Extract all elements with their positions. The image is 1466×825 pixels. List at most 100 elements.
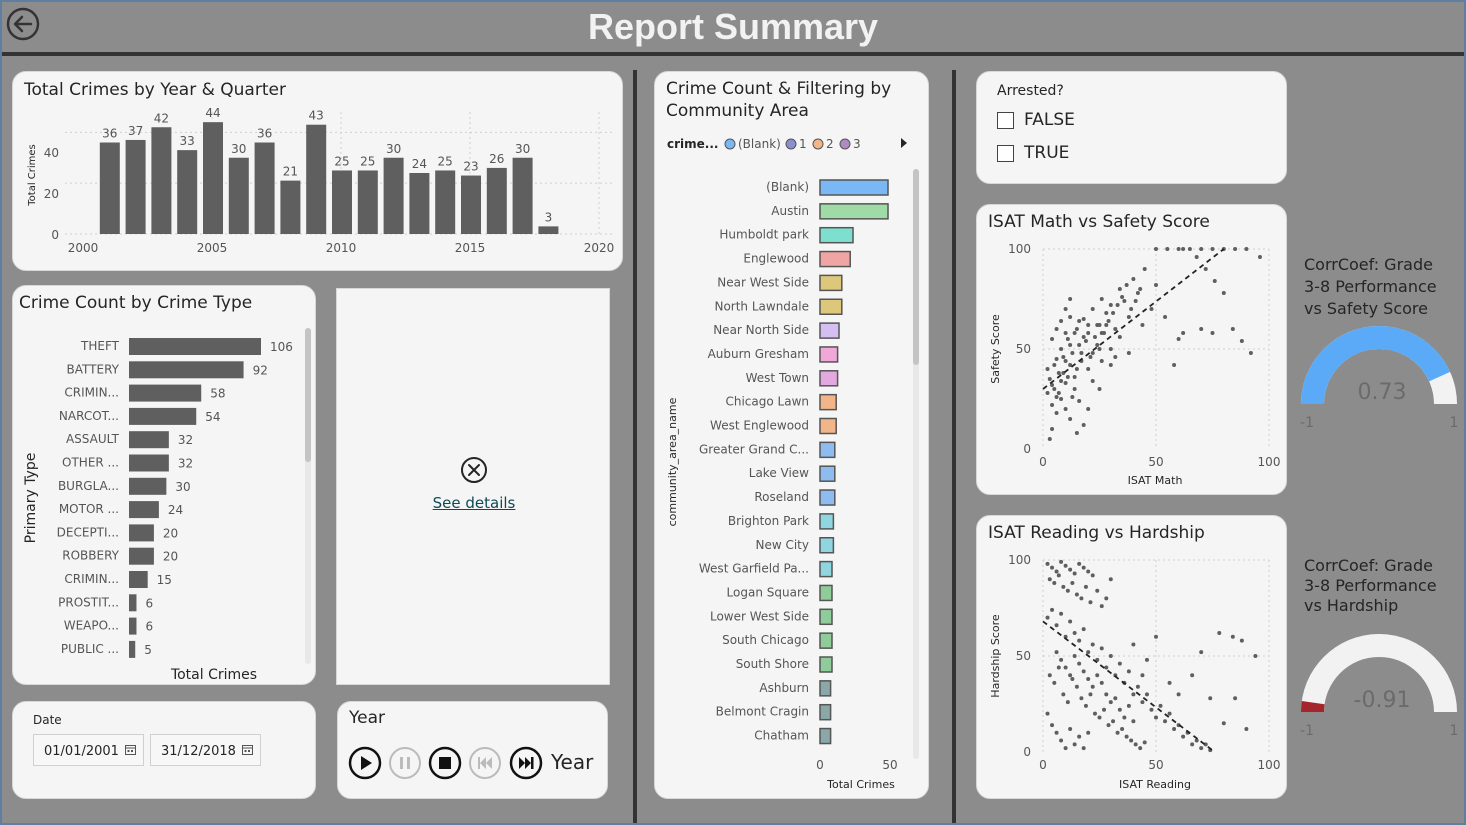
community-bar: [819, 226, 854, 244]
scatter-point: [1221, 721, 1226, 726]
scatter-point: [1059, 319, 1064, 323]
scatter-point: [1068, 315, 1073, 319]
date-slicer-card[interactable]: Date 01/01/2001 31/12/2018: [12, 701, 316, 799]
scatter-point: [1086, 323, 1091, 327]
calendar-icon[interactable]: [242, 744, 253, 755]
data-label: 36: [257, 127, 272, 141]
false-option-label[interactable]: FALSE: [1024, 110, 1075, 130]
scatter-point: [1054, 327, 1059, 331]
category-label: (Blank): [766, 180, 809, 194]
scatter-point: [1122, 299, 1127, 303]
gauge-safety-title-line1: CorrCoef: Grade: [1304, 255, 1433, 274]
category-label: Humboldt park: [719, 228, 809, 242]
scatter-point: [1061, 584, 1066, 589]
community-area-card[interactable]: Crime Count & Filtering by Community Are…: [654, 71, 929, 799]
previous-icon[interactable]: [468, 746, 502, 780]
gauge-hardship-correlation[interactable]: -0.91 -1 1: [1296, 634, 1462, 744]
stop-icon[interactable]: [428, 746, 462, 780]
true-checkbox[interactable]: [997, 145, 1014, 162]
legend-item[interactable]: 2: [812, 137, 834, 151]
total-crimes-axis-label: Total Crimes: [170, 667, 257, 683]
scatter-point: [1059, 379, 1064, 383]
calendar-icon[interactable]: [125, 744, 136, 755]
x-tick: 100: [1258, 758, 1281, 772]
community-bar: [819, 489, 836, 506]
scatter-point: [1047, 437, 1052, 441]
total-crimes-by-year-chart[interactable]: Total Crimes 0 20 40 2000 2005 2010 2015…: [13, 72, 623, 271]
category-label: NARCOT...: [59, 409, 119, 423]
category-label: WEAPO...: [64, 619, 119, 633]
math-vs-safety-scatter[interactable]: Safety Score ISAT Math 0 50 100 0 50 100: [977, 205, 1287, 495]
scatter-point: [1063, 331, 1068, 335]
community-bar: [819, 513, 835, 530]
pause-icon[interactable]: [388, 746, 422, 780]
next-icon[interactable]: [509, 746, 543, 780]
reading-vs-hardship-card[interactable]: ISAT Reading vs Hardship Hardship Score …: [976, 515, 1287, 799]
category-label: Auburn Gresham: [708, 347, 809, 361]
false-checkbox[interactable]: [997, 112, 1014, 129]
report-header: Report Summary: [0, 0, 1466, 56]
scatter-point: [1104, 665, 1109, 670]
scatter-point: [1199, 247, 1204, 251]
isat-reading-axis-label: ISAT Reading: [1119, 778, 1191, 791]
svg-text:3: 3: [853, 137, 861, 151]
legend-item[interactable]: 3: [839, 137, 861, 151]
scatter-point: [1081, 335, 1086, 339]
scatter-point: [1074, 684, 1079, 689]
community-bar: [819, 203, 889, 220]
year-bar: [125, 139, 146, 234]
category-label: South Shore: [736, 657, 809, 671]
community-area-chart[interactable]: crime... (Blank) 1 2 3 community_area_na…: [655, 72, 929, 799]
gauge-safety-correlation[interactable]: 0.73 -1 1: [1296, 326, 1462, 436]
scatter-point: [1083, 339, 1088, 343]
scrollbar-thumb[interactable]: [305, 328, 311, 462]
see-details-link[interactable]: See details: [337, 494, 609, 512]
total-crimes-by-year-card[interactable]: Total Crimes by Year & Quarter Total Cri…: [12, 71, 623, 271]
scatter-point: [1104, 692, 1109, 697]
scrollbar-thumb[interactable]: [913, 169, 919, 365]
community-bar: [819, 179, 889, 196]
community-bar: [819, 441, 836, 459]
play-axis-title: Year: [349, 708, 385, 728]
reading-vs-hardship-scatter[interactable]: Hardship Score ISAT Reading 0 50 100 0 5…: [977, 516, 1287, 799]
svg-text:1: 1: [799, 137, 807, 151]
crime-type-card[interactable]: Crime Count by Crime Type Primary Type T…: [12, 285, 316, 685]
legend-next-arrow-icon[interactable]: [901, 138, 907, 148]
scatter-point: [1054, 569, 1059, 574]
scatter-point: [1233, 247, 1238, 251]
scatter-point: [1142, 267, 1147, 271]
legend-item[interactable]: 1: [785, 137, 807, 151]
scatter-point: [1133, 742, 1138, 747]
scatter-point: [1176, 337, 1181, 341]
math-vs-safety-card[interactable]: ISAT Math vs Safety Score Safety Score I…: [976, 204, 1287, 495]
scatter-point: [1099, 604, 1104, 609]
gauge-hardship-title-line2: 3-8 Performance: [1304, 576, 1437, 595]
crime-type-chart[interactable]: Primary Type Total Crimes THEFT 106 BATTER…: [13, 286, 316, 685]
scatter-point: [1095, 588, 1100, 593]
category-label: BATTERY: [67, 362, 120, 376]
scatter-point: [1061, 355, 1066, 359]
category-label: PROSTIT...: [58, 595, 119, 609]
x-tick: 0: [1039, 455, 1047, 469]
scatter-point: [1090, 684, 1095, 689]
scatter-point: [1113, 696, 1118, 701]
arrested-slicer-card[interactable]: Arrested? FALSE TRUE: [976, 71, 1287, 184]
scatter-point: [1059, 347, 1064, 351]
legend-item[interactable]: (Blank): [724, 137, 781, 151]
scatter-point: [1172, 726, 1177, 731]
data-label: 30: [386, 142, 401, 156]
isat-math-axis-label: ISAT Math: [1128, 474, 1183, 487]
year-play-axis-card[interactable]: Year Year: [337, 701, 608, 799]
true-option-label[interactable]: TRUE: [1024, 143, 1069, 163]
play-icon[interactable]: [348, 746, 382, 780]
x-tick: 50: [882, 758, 897, 772]
scatter-point: [1045, 367, 1050, 371]
scatter-point: [1050, 723, 1055, 728]
scatter-point: [1167, 711, 1172, 716]
category-label: PUBLIC ...: [61, 642, 119, 656]
scatter-point: [1212, 279, 1217, 283]
scatter-point: [1050, 427, 1055, 431]
scatter-point: [1257, 255, 1262, 259]
scatter-point: [1210, 331, 1215, 335]
gauge-value: -0.91: [1354, 688, 1411, 713]
